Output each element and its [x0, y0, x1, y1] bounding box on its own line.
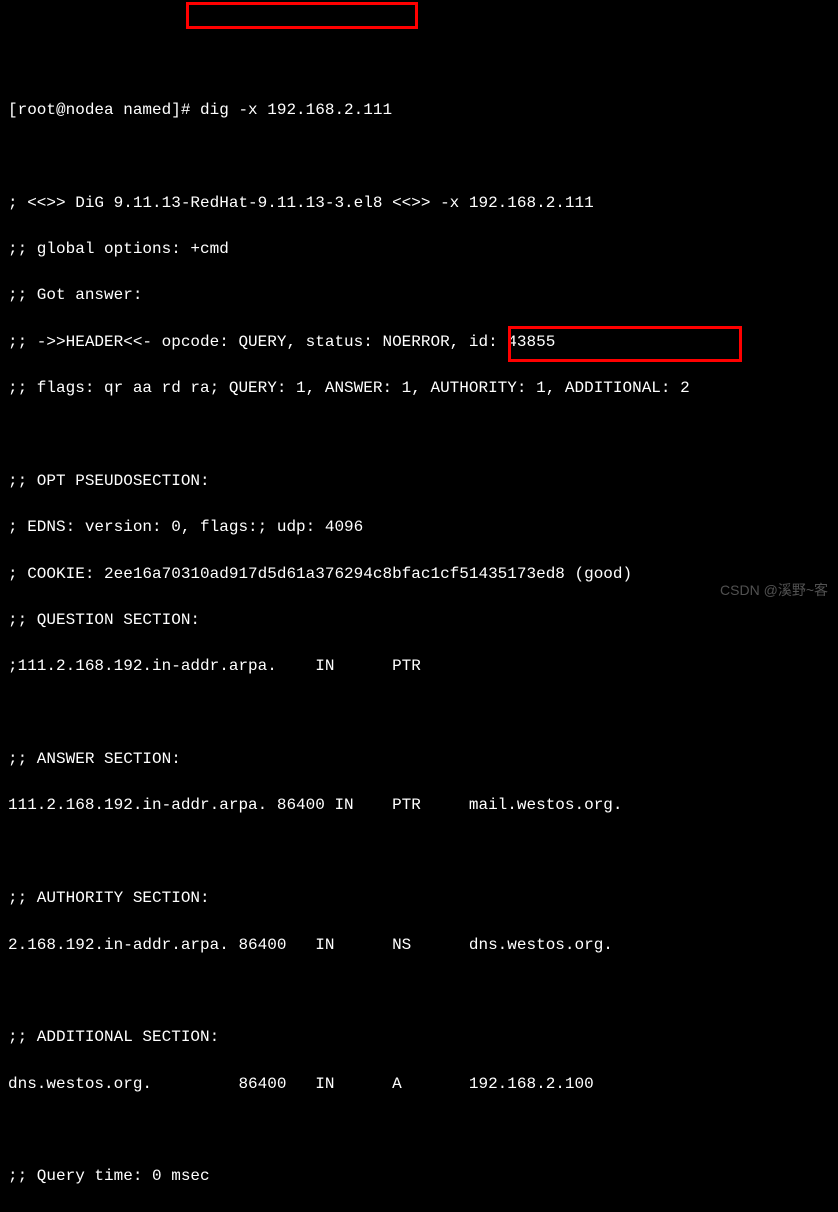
query-time-line: ;; Query time: 0 msec [8, 1165, 830, 1188]
answer-section-title: ;; ANSWER SECTION: [8, 748, 830, 771]
prompt-symbol: # [181, 101, 200, 119]
edns-line: ; EDNS: version: 0, flags:; udp: 4096 [8, 516, 830, 539]
header-line: ;; ->>HEADER<<- opcode: QUERY, status: N… [8, 331, 830, 354]
flags-line: ;; flags: qr aa rd ra; QUERY: 1, ANSWER:… [8, 377, 830, 400]
authority-section-title: ;; AUTHORITY SECTION: [8, 887, 830, 910]
highlight-command-box [186, 2, 418, 29]
watermark: CSDN @溪野~客 [720, 580, 828, 600]
global-options-line: ;; global options: +cmd [8, 238, 830, 261]
got-answer-line: ;; Got answer: [8, 284, 830, 307]
dig-version-line: ; <<>> DiG 9.11.13-RedHat-9.11.13-3.el8 … [8, 192, 830, 215]
authority-record: 2.168.192.in-addr.arpa. 86400 IN NS dns.… [8, 934, 830, 957]
opt-section-title: ;; OPT PSEUDOSECTION: [8, 470, 830, 493]
cookie-line: ; COOKIE: 2ee16a70310ad917d5d61a376294c8… [8, 563, 830, 586]
question-record: ;111.2.168.192.in-addr.arpa. IN PTR [8, 655, 830, 678]
command-text: dig -x 192.168.2.111 [200, 101, 392, 119]
additional-record: dns.westos.org. 86400 IN A 192.168.2.100 [8, 1073, 830, 1096]
additional-section-title: ;; ADDITIONAL SECTION: [8, 1026, 830, 1049]
prompt-user-host: [root@nodea named] [8, 101, 181, 119]
prompt-line: [root@nodea named]# dig -x 192.168.2.111 [8, 99, 830, 122]
answer-record: 111.2.168.192.in-addr.arpa. 86400 IN PTR… [8, 794, 830, 817]
question-section-title: ;; QUESTION SECTION: [8, 609, 830, 632]
